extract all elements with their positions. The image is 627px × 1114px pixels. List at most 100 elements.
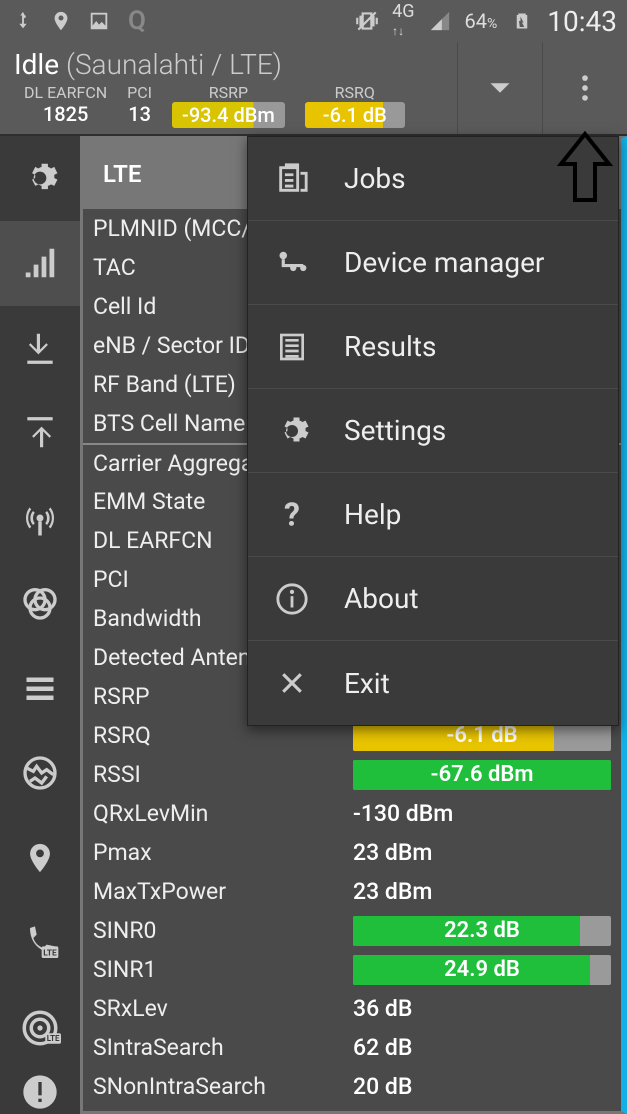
location-icon bbox=[48, 8, 74, 34]
sidebar-item-call-lte[interactable]: LTE bbox=[0, 901, 80, 986]
settings-icon bbox=[272, 411, 312, 451]
metric-rsrp: RSRP -93.4 dBm bbox=[162, 83, 295, 128]
sidebar-item-alert[interactable] bbox=[0, 1071, 80, 1114]
carrier-info: (Saunalahti / LTE) bbox=[66, 48, 282, 81]
battery-text: 64% bbox=[465, 9, 498, 33]
venn-icon bbox=[20, 583, 60, 623]
results-icon bbox=[272, 327, 312, 367]
pin-icon bbox=[23, 841, 57, 875]
metric-earfcn: DL EARFCN 1825 bbox=[14, 83, 117, 128]
network-type: 4G↑↓ bbox=[392, 3, 414, 39]
menu-item-label: Device manager bbox=[344, 246, 544, 279]
sidebar-item-globe[interactable] bbox=[0, 731, 80, 816]
data-row: SIntraSearch62 dB bbox=[83, 1028, 621, 1067]
clock: 10:43 bbox=[547, 5, 617, 38]
sidebar-item-list[interactable] bbox=[0, 646, 80, 731]
menu-item-label: Help bbox=[344, 498, 401, 531]
data-row: SINR1 24.9 dB bbox=[83, 950, 621, 989]
sidebar-item-download[interactable] bbox=[0, 306, 80, 391]
phone-lte-icon: LTE bbox=[20, 923, 60, 963]
vibrate-icon bbox=[354, 8, 380, 34]
sidebar-item-venn[interactable] bbox=[0, 561, 80, 646]
signal-icon bbox=[427, 8, 453, 34]
value-bar: 22.3 dB bbox=[353, 916, 611, 946]
value-bar: 24.9 dB bbox=[353, 955, 611, 985]
menu-item-results[interactable]: Results bbox=[248, 305, 618, 389]
menu-item-label: Settings bbox=[344, 414, 446, 447]
list-icon bbox=[22, 670, 58, 706]
menu-item-device[interactable]: Device manager bbox=[248, 221, 618, 305]
data-row: SRxLev36 dB bbox=[83, 989, 621, 1028]
sidebar-item-pin[interactable] bbox=[0, 816, 80, 901]
svg-text:LTE: LTE bbox=[47, 1034, 60, 1043]
row-value: -130 dBm bbox=[353, 800, 611, 827]
sidebar: LTE LTE bbox=[0, 136, 80, 1114]
row-value: 23 dBm bbox=[353, 839, 611, 866]
download-icon bbox=[21, 329, 59, 367]
menu-item-label: Results bbox=[344, 330, 436, 363]
overflow-menu-button[interactable] bbox=[542, 42, 627, 134]
battery-icon bbox=[509, 8, 535, 34]
row-label: Pmax bbox=[93, 839, 353, 866]
metric-pci: PCI 13 bbox=[117, 83, 162, 128]
menu-item-exit[interactable]: Exit bbox=[248, 641, 618, 725]
header-metrics: DL EARFCN 1825 PCI 13 RSRP -93.4 dBm RSR… bbox=[14, 83, 443, 128]
row-label: SRxLev bbox=[93, 995, 353, 1022]
sidebar-item-target[interactable]: LTE bbox=[0, 986, 80, 1071]
app-header: Idle (Saunalahti / LTE) DL EARFCN 1825 P… bbox=[0, 42, 627, 136]
jobs-icon bbox=[272, 159, 312, 199]
sidebar-item-upload[interactable] bbox=[0, 391, 80, 476]
target-icon: LTE bbox=[19, 1007, 61, 1049]
q-icon: Q bbox=[124, 8, 150, 34]
alert-icon bbox=[20, 1072, 60, 1112]
row-value: 20 dB bbox=[353, 1073, 611, 1100]
data-row: MaxTxPower23 dBm bbox=[83, 872, 621, 911]
exit-icon bbox=[272, 663, 312, 703]
row-label: MaxTxPower bbox=[93, 878, 353, 905]
upload-icon bbox=[21, 414, 59, 452]
data-row: SINR0 22.3 dB bbox=[83, 911, 621, 950]
menu-item-label: Jobs bbox=[344, 162, 406, 195]
menu-item-label: Exit bbox=[344, 667, 390, 700]
more-vert-icon bbox=[568, 71, 602, 105]
row-label: SNonIntraSearch bbox=[93, 1073, 353, 1100]
row-label: RSSI bbox=[93, 761, 353, 788]
bar-text: -67.6 dBm bbox=[431, 762, 534, 787]
sidebar-item-signal[interactable] bbox=[0, 221, 80, 306]
chevron-down-icon bbox=[481, 69, 519, 107]
menu-item-help[interactable]: ? Help bbox=[248, 473, 618, 557]
header-title: Idle (Saunalahti / LTE) bbox=[14, 48, 443, 81]
tab-title: LTE bbox=[103, 160, 141, 188]
gear-icon bbox=[21, 159, 59, 197]
bar-text: 24.9 dB bbox=[444, 957, 520, 982]
signal-bars-icon bbox=[21, 244, 59, 282]
globe-icon bbox=[20, 753, 60, 793]
menu-item-about[interactable]: About bbox=[248, 557, 618, 641]
statusbar: Q 4G↑↓ 64% 10:43 bbox=[0, 0, 627, 42]
svg-text:LTE: LTE bbox=[43, 949, 57, 959]
header-main: Idle (Saunalahti / LTE) DL EARFCN 1825 P… bbox=[0, 42, 457, 134]
data-row: RSSI -67.6 dBm bbox=[83, 755, 621, 794]
connection-state: Idle bbox=[14, 48, 59, 81]
row-label: SINR1 bbox=[93, 956, 353, 983]
bar-text: -6.1 dB bbox=[446, 723, 517, 748]
data-row: Pmax23 dBm bbox=[83, 833, 621, 872]
row-value: 23 dBm bbox=[353, 878, 611, 905]
row-label: QRxLevMin bbox=[93, 800, 353, 827]
row-label: SINR0 bbox=[93, 917, 353, 944]
overflow-menu: Jobs Device manager Results Settings? Help Ab… bbox=[247, 136, 619, 726]
about-icon bbox=[272, 579, 312, 619]
menu-item-settings[interactable]: Settings bbox=[248, 389, 618, 473]
sidebar-item-antenna[interactable] bbox=[0, 476, 80, 561]
image-icon bbox=[86, 8, 112, 34]
value-bar: -67.6 dBm bbox=[353, 760, 611, 790]
bar-text: 22.3 dB bbox=[444, 918, 520, 943]
expand-button[interactable] bbox=[457, 42, 542, 134]
metric-rsrq: RSRQ -6.1 dB bbox=[295, 83, 415, 128]
row-label: SIntraSearch bbox=[93, 1034, 353, 1061]
help-icon: ? bbox=[272, 495, 312, 535]
row-value: 62 dB bbox=[353, 1034, 611, 1061]
data-row: SNonIntraSearch20 dB bbox=[83, 1067, 621, 1106]
row-label: RSRQ bbox=[93, 722, 353, 749]
sidebar-item-settings[interactable] bbox=[0, 136, 80, 221]
